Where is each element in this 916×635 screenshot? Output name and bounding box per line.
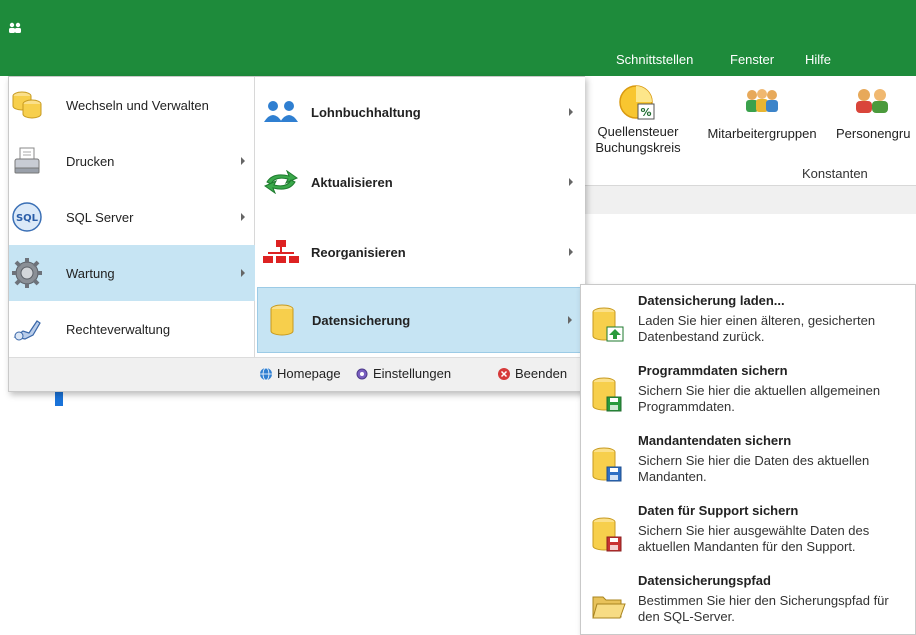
key-icon <box>13 320 41 341</box>
menu-item-wartung[interactable]: Wartung <box>9 245 255 301</box>
ribbon-button-mitarbeitergruppen[interactable]: Mitarbeitergruppen <box>700 86 824 142</box>
submenu-item-title: Datensicherungspfad <box>638 573 771 588</box>
ribbon-button-personengruppen[interactable]: Personengru <box>836 86 916 142</box>
submenu-item-laden[interactable]: Datensicherung laden... Laden Sie hier e… <box>581 287 916 357</box>
globe-icon <box>260 367 272 380</box>
settings-button[interactable]: Einstellungen <box>355 366 451 381</box>
submenu-item-mandantendaten[interactable]: Mandantendaten sichern Sichern Sie hier … <box>581 427 916 497</box>
settings-label: Einstellungen <box>373 366 452 381</box>
printer-icon <box>14 147 40 174</box>
exit-icon <box>498 367 510 380</box>
chevron-right-icon <box>569 248 573 256</box>
menu-item-sql-server[interactable]: SQL SQL Server <box>9 189 255 245</box>
ribbon-button-label: Quellensteuer Buchungskreis <box>595 124 681 155</box>
chevron-right-icon <box>568 316 572 324</box>
homepage-button[interactable]: Homepage <box>259 366 341 381</box>
database-save-green-icon <box>592 377 622 412</box>
app-menu-left-column: Wechseln und Verwalten Drucken SQL SQL S… <box>9 77 255 357</box>
gear-icon <box>12 258 42 288</box>
application-menu: Wechseln und Verwalten Drucken SQL SQL S… <box>8 76 585 392</box>
database-save-blue-icon <box>592 447 622 482</box>
submenu-item-title: Datensicherung laden... <box>638 293 785 308</box>
menu-item-label: Drucken <box>66 153 115 169</box>
persons-group-icon <box>856 89 888 113</box>
menu-item-drucken[interactable]: Drucken <box>9 133 255 189</box>
app-menu-footer: Homepage Einstellungen Beenden <box>9 357 584 391</box>
menu-item-label: Datensicherung <box>312 312 411 328</box>
app-menu-right-column: Lohnbuchhaltung Aktualisieren Reorganisi… <box>255 77 585 357</box>
exit-button[interactable]: Beenden <box>497 366 567 381</box>
datensicherung-submenu: Datensicherung laden... Laden Sie hier e… <box>580 284 916 635</box>
refresh-arrows-icon <box>263 170 299 194</box>
submenu-item-description: Bestimmen Sie hier den Sicherungspfad fü… <box>638 593 889 624</box>
database-icon <box>270 304 294 336</box>
tab-schnittstellen[interactable]: Schnittstellen <box>616 52 693 67</box>
blue-marker <box>55 392 63 406</box>
org-chart-icon <box>263 240 299 263</box>
percent-coin-icon: % <box>619 85 655 120</box>
menu-item-datensicherung[interactable]: Datensicherung <box>257 287 583 353</box>
title-bar <box>0 0 916 40</box>
menu-item-label: Wechseln und Verwalten <box>66 97 209 113</box>
exit-label: Beenden <box>515 366 568 381</box>
svg-text:%: % <box>640 106 651 119</box>
tab-fenster[interactable]: Fenster <box>730 52 774 67</box>
submenu-item-title: Mandantendaten sichern <box>638 433 792 448</box>
chevron-right-icon <box>241 157 245 165</box>
database-upload-icon <box>592 307 624 342</box>
menu-item-reorganisieren[interactable]: Reorganisieren <box>257 219 583 285</box>
menu-bar <box>0 40 916 108</box>
people-group-icon <box>746 89 778 112</box>
tab-hilfe[interactable]: Hilfe <box>805 52 831 67</box>
menu-item-label: Wartung <box>66 265 115 281</box>
chevron-right-icon <box>241 269 245 277</box>
menu-item-wechseln[interactable]: Wechseln und Verwalten <box>9 77 255 133</box>
submenu-item-description: Laden Sie hier einen älteren, gesicherte… <box>638 313 876 344</box>
menu-item-aktualisieren[interactable]: Aktualisieren <box>257 149 583 215</box>
homepage-label: Homepage <box>277 366 341 381</box>
menu-item-label: Aktualisieren <box>311 174 393 190</box>
submenu-item-pfad[interactable]: Datensicherungspfad Bestimmen Sie hier d… <box>581 567 916 635</box>
svg-text:SQL: SQL <box>16 213 39 224</box>
ribbon-button-quellensteuer[interactable]: % Quellensteuer Buchungskreis <box>590 84 686 156</box>
menu-item-label: Lohnbuchhaltung <box>311 104 421 120</box>
submenu-item-programmdaten[interactable]: Programmdaten sichern Sichern Sie hier d… <box>581 357 916 427</box>
menu-item-label: SQL Server <box>66 209 134 225</box>
menu-item-label: Rechteverwaltung <box>66 321 171 337</box>
submenu-item-support[interactable]: Daten für Support sichern Sichern Sie hi… <box>581 497 916 567</box>
chevron-right-icon <box>569 108 573 116</box>
users-icon <box>264 101 298 122</box>
submenu-item-description: Sichern Sie hier ausgewählte Daten des a… <box>638 523 870 554</box>
menu-item-label: Reorganisieren <box>311 244 406 260</box>
settings-gear-icon <box>356 368 368 379</box>
submenu-item-title: Daten für Support sichern <box>638 503 799 518</box>
ribbon-group-label: Konstanten <box>802 166 868 181</box>
folder-open-icon <box>592 596 626 619</box>
menu-item-lohnbuchhaltung[interactable]: Lohnbuchhaltung <box>257 79 583 145</box>
chevron-right-icon <box>569 178 573 186</box>
chevron-right-icon <box>241 213 245 221</box>
ribbon-button-label: Personengru <box>836 126 911 141</box>
ribbon-button-label: Mitarbeitergruppen <box>707 126 817 141</box>
submenu-item-description: Sichern Sie hier die Daten des aktuellen… <box>638 453 870 484</box>
ribbon-strip <box>585 186 916 214</box>
sql-icon: SQL <box>12 202 42 232</box>
submenu-item-title: Programmdaten sichern <box>638 363 788 378</box>
database-stack-icon <box>12 91 42 119</box>
app-icon <box>9 22 21 33</box>
submenu-item-description: Sichern Sie hier die aktuellen allgemein… <box>638 383 881 414</box>
database-save-red-icon <box>592 517 622 552</box>
menu-item-rechteverwaltung[interactable]: Rechteverwaltung <box>9 301 255 357</box>
